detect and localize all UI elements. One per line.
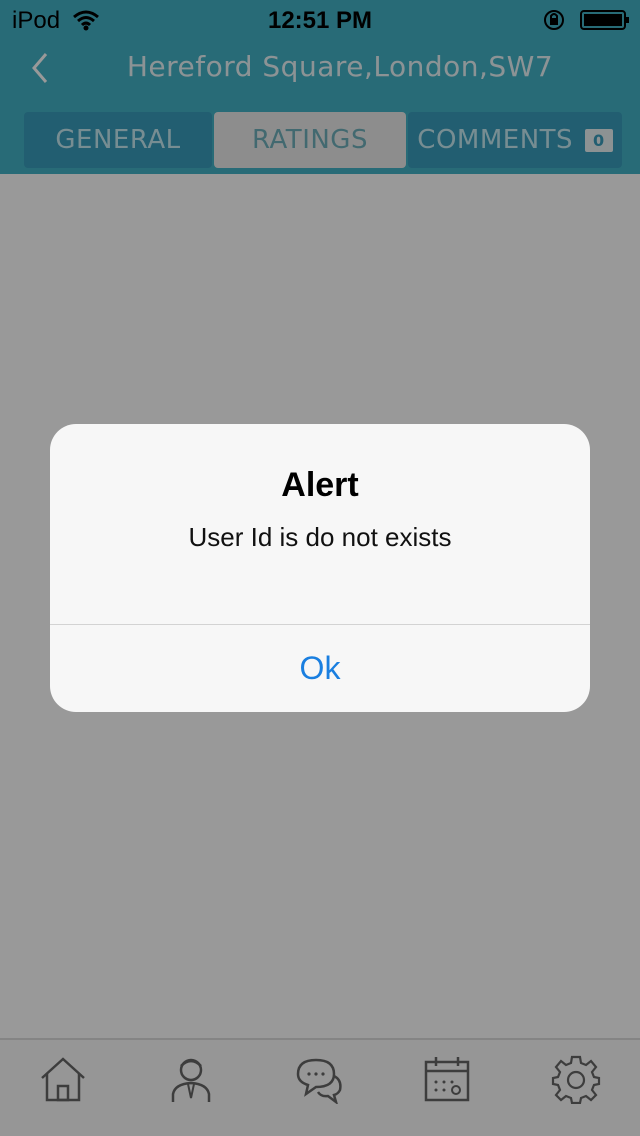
alert-title: Alert (281, 466, 359, 504)
alert-message: User Id is do not exists (188, 522, 452, 552)
ok-button[interactable]: Ok (50, 625, 590, 712)
alert-dialog: Alert User Id is do not exists Ok (50, 424, 590, 712)
